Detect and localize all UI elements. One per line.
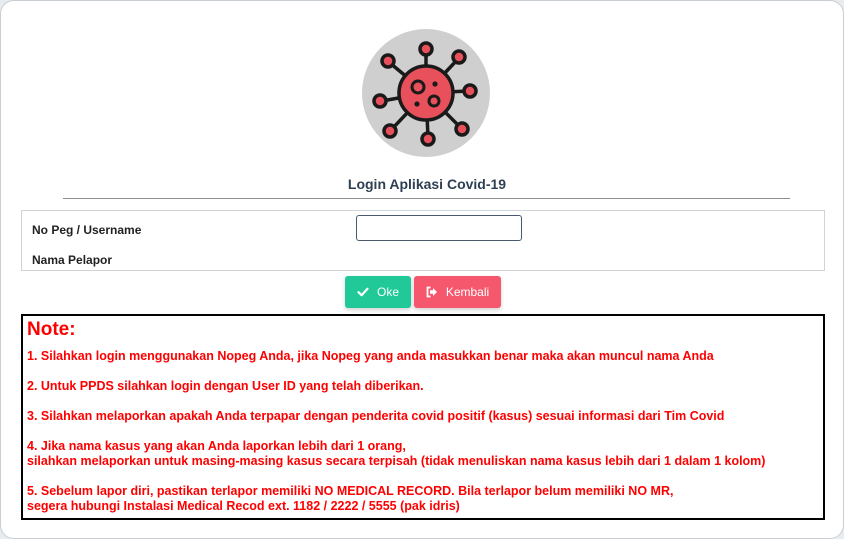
- note-item: 1. Silahkan login menggunakan Nopeg Anda…: [27, 349, 823, 364]
- nama-pelapor-label: Nama Pelapor: [32, 253, 113, 267]
- note-item: 3. Silahkan melaporkan apakah Anda terpa…: [27, 409, 823, 424]
- back-button-label: Kembali: [445, 285, 490, 299]
- login-form: No Peg / Username Nama Pelapor: [21, 210, 825, 271]
- note-item: 2. Untuk PPDS silahkan login dengan User…: [27, 379, 823, 394]
- note-line: 3. Silahkan melaporkan apakah Anda terpa…: [27, 409, 725, 423]
- note-line: 2. Untuk PPDS silahkan login dengan User…: [27, 379, 424, 393]
- virus-icon: [372, 41, 478, 147]
- note-line: 5. Sebelum lapor diri, pastikan terlapor…: [27, 484, 674, 498]
- title-divider: [63, 198, 790, 199]
- note-title: Note:: [27, 319, 76, 340]
- check-icon: [357, 287, 369, 297]
- back-button[interactable]: Kembali: [414, 276, 501, 308]
- ok-button-label: Oke: [376, 285, 399, 299]
- username-label: No Peg / Username: [32, 223, 142, 237]
- note-box: Note: 1. Silahkan login menggunakan Nope…: [21, 314, 825, 520]
- page-title: Login Aplikasi Covid-19: [347, 176, 507, 192]
- note-item: 5. Sebelum lapor diri, pastikan terlapor…: [27, 484, 823, 514]
- login-card: Login Aplikasi Covid-19 No Peg / Usernam…: [0, 0, 844, 539]
- ok-button[interactable]: Oke: [345, 276, 411, 308]
- note-line: segera hubungi Instalasi Medical Recod e…: [27, 499, 460, 513]
- note-line: silahkan melaporkan untuk masing-masing …: [27, 454, 766, 468]
- username-input[interactable]: [356, 215, 522, 241]
- note-line: 4. Jika nama kasus yang akan Anda lapork…: [27, 439, 406, 453]
- note-item: 4. Jika nama kasus yang akan Anda lapork…: [27, 439, 823, 469]
- covid-logo: [362, 29, 490, 157]
- note-line: 1. Silahkan login menggunakan Nopeg Anda…: [27, 349, 714, 363]
- sign-out-icon: [426, 286, 437, 298]
